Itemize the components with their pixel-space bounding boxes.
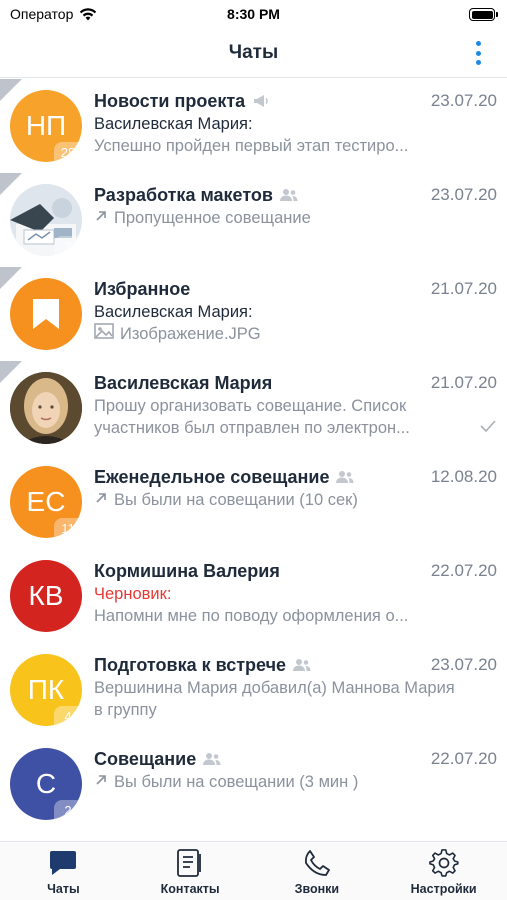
avatar: НП 28 xyxy=(10,90,82,162)
tab-label: Чаты xyxy=(47,882,80,896)
avatar-initials: КВ xyxy=(28,580,64,611)
chat-row[interactable]: ЕС 11 Еженедельное совещание 12.08.20 Вы… xyxy=(0,455,507,549)
chat-row[interactable]: КВ Кормишина Валерия 22.07.20 Черновик: … xyxy=(0,549,507,643)
contacts-icon xyxy=(177,849,202,877)
member-count-badge: 28 xyxy=(54,142,82,162)
message-preview: Напомни мне по поводу оформления о... xyxy=(94,607,409,625)
chat-title: Новости проекта xyxy=(94,90,246,111)
avatar xyxy=(10,278,82,350)
avatar-initials: НП xyxy=(25,110,67,141)
chat-date: 23.07.20 xyxy=(430,655,497,674)
pinned-marker xyxy=(0,267,22,289)
phone-icon xyxy=(304,850,330,876)
megaphone-icon xyxy=(252,94,270,108)
chat-row[interactable]: 3 Разработка макетов 23.07.20 Пропущенно… xyxy=(0,173,507,267)
group-icon xyxy=(279,188,298,202)
chat-list[interactable]: НП 28 Новости проекта 23.07.20 Василевск… xyxy=(0,79,507,841)
call-arrow-icon xyxy=(94,489,108,511)
chat-row[interactable]: С 2 Совещание 22.07.20 Вы были на совеща… xyxy=(0,737,507,831)
group-icon xyxy=(203,752,221,766)
call-arrow-icon xyxy=(94,207,108,229)
message-preview: Успешно пройден первый этап тестиро... xyxy=(94,137,409,155)
chat-date: 23.07.20 xyxy=(430,91,497,110)
call-arrow-icon xyxy=(94,771,108,793)
avatar: 3 xyxy=(10,184,82,256)
avatar xyxy=(10,372,82,444)
message-preview: Пропущенное совещание xyxy=(114,209,311,227)
message-preview: Вы были на совещании (3 мин ) xyxy=(114,773,359,791)
chat-date: 21.07.20 xyxy=(430,373,497,392)
member-count-badge: 11 xyxy=(54,518,82,538)
chat-title: Еженедельное совещание xyxy=(94,466,330,487)
battery-icon xyxy=(469,8,498,21)
tab-label: Звонки xyxy=(294,882,340,896)
nav-bar: Чаты xyxy=(0,30,507,78)
chat-date: 22.07.20 xyxy=(430,561,497,580)
pinned-marker xyxy=(0,173,22,195)
chat-date: 23.07.20 xyxy=(430,185,497,204)
avatar-initials: ЕС xyxy=(26,486,66,517)
chat-row[interactable]: НП 28 Новости проекта 23.07.20 Василевск… xyxy=(0,79,507,173)
member-count-badge: 3 xyxy=(54,236,82,256)
chat-title: Подготовка к встрече xyxy=(94,654,287,675)
avatar-initials: С xyxy=(35,768,57,799)
chat-row[interactable]: Избранное 21.07.20 Василевская Мария: Из… xyxy=(0,267,507,361)
tab-contacts[interactable]: Контакты xyxy=(127,842,254,900)
more-dot-icon xyxy=(475,41,481,46)
chat-title: Совещание xyxy=(94,748,197,769)
group-icon xyxy=(336,470,354,484)
image-icon xyxy=(94,323,114,345)
member-count-badge: 4 xyxy=(54,706,82,726)
message-preview: Вершинина Мария добавил(а) Маннова Мария… xyxy=(94,679,455,719)
more-options-button[interactable] xyxy=(471,40,485,66)
sender-name: Василевская Мария: xyxy=(94,115,253,133)
gear-icon xyxy=(428,849,459,877)
draft-label: Черновик: xyxy=(94,585,172,603)
chat-bubble-icon xyxy=(50,851,77,875)
photo-avatar-image xyxy=(10,372,82,444)
avatar: ПК 4 xyxy=(10,654,82,726)
group-icon xyxy=(293,658,311,672)
bookmark-icon xyxy=(33,299,59,329)
tab-chats[interactable]: Чаты xyxy=(0,842,127,900)
chat-date: 22.07.20 xyxy=(430,749,497,768)
avatar: КВ xyxy=(10,560,82,632)
page-title: Чаты xyxy=(228,42,279,63)
avatar: ЕС 11 xyxy=(10,466,82,538)
member-count-badge: 2 xyxy=(54,800,82,820)
tab-label: Контакты xyxy=(160,882,220,896)
chat-title: Кормишина Валерия xyxy=(94,560,280,581)
chat-title: Избранное xyxy=(94,278,191,299)
avatar: С 2 xyxy=(10,748,82,820)
tab-settings[interactable]: Настройки xyxy=(380,842,507,900)
chat-row[interactable]: ПК 4 Подготовка к встрече 23.07.20 Верши… xyxy=(0,643,507,737)
more-dot-icon xyxy=(475,60,481,65)
chat-date: 21.07.20 xyxy=(430,279,497,298)
chat-title: Василевская Мария xyxy=(94,372,273,393)
message-preview: Изображение.JPG xyxy=(120,325,261,343)
avatar-initials: ПК xyxy=(27,674,65,705)
message-preview: Прошу организовать совещание. Список уча… xyxy=(94,397,410,437)
pinned-marker xyxy=(0,79,22,101)
chat-date: 12.08.20 xyxy=(430,467,497,486)
check-icon xyxy=(479,419,497,438)
chat-row[interactable]: Василевская Мария 21.07.20 Прошу организ… xyxy=(0,361,507,455)
tab-label: Настройки xyxy=(410,882,477,896)
message-preview: Вы были на совещании (10 сек) xyxy=(114,491,358,509)
pinned-marker xyxy=(0,361,22,383)
tab-calls[interactable]: Звонки xyxy=(254,842,381,900)
more-dot-icon xyxy=(475,50,481,56)
clock: 8:30 PM xyxy=(227,6,280,22)
sender-name: Василевская Мария: xyxy=(94,303,253,321)
tab-bar: Чаты Контакты Звонки Настройки xyxy=(0,841,507,900)
chat-title: Разработка макетов xyxy=(94,184,273,205)
status-bar: Оператор 8:30 PM xyxy=(0,0,507,30)
